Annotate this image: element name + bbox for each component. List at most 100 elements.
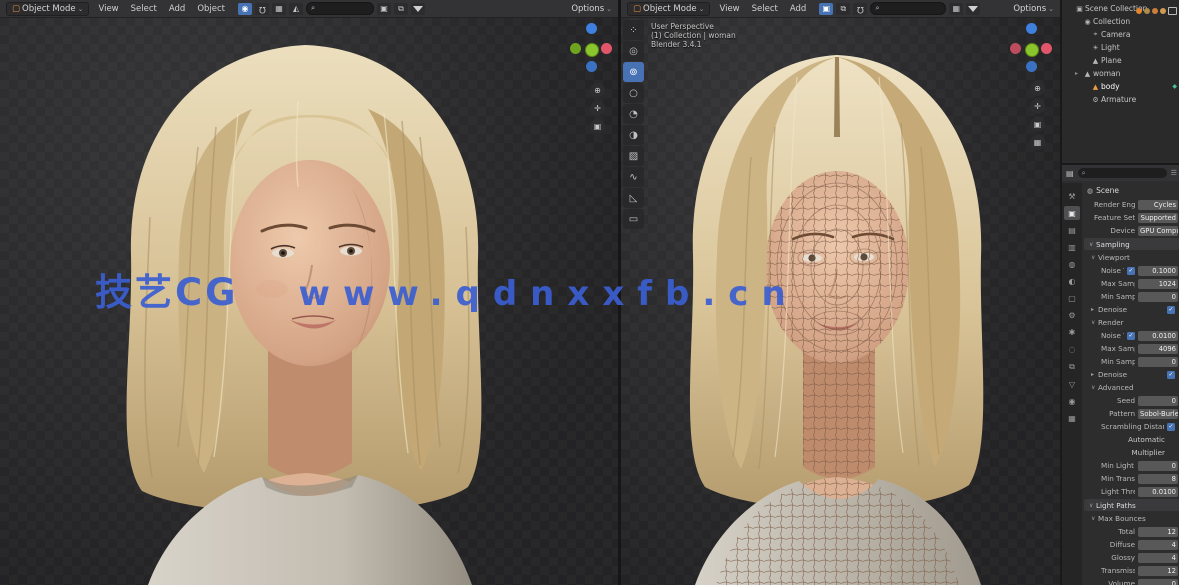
property-value[interactable]: 0: [1138, 292, 1178, 302]
property-row[interactable]: Volume ✓ 0: [1082, 577, 1179, 585]
tab-modifiers[interactable]: ⚙: [1064, 309, 1080, 323]
snap-toggle[interactable]: Ω: [853, 3, 867, 15]
tool-rotate[interactable]: ◑: [623, 125, 644, 145]
section-caret-icon[interactable]: ∨: [1091, 515, 1098, 522]
pan-hand-icon[interactable]: ✛: [1030, 99, 1045, 114]
tool-add-primitive[interactable]: ▭: [623, 209, 644, 229]
axis-y-icon[interactable]: [570, 43, 581, 54]
tab-scene[interactable]: ◍: [1064, 257, 1080, 271]
properties-search-input[interactable]: ⌕: [1078, 168, 1167, 178]
viewport-right-canvas[interactable]: ⁘ ◎ ⊚ ○ ◔: [621, 17, 1060, 585]
property-row[interactable]: Transmission ✓ 12: [1082, 564, 1179, 577]
viewport-left-canvas[interactable]: ⊕ ✛ ▣: [0, 17, 618, 585]
property-value[interactable]: 12: [1138, 527, 1178, 537]
property-row[interactable]: Noise Threshold ✓ 0.0100: [1082, 329, 1179, 342]
outliner-row[interactable]: ⚙ Armature: [1062, 93, 1179, 106]
tab-physics[interactable]: ◌: [1064, 343, 1080, 357]
menu-view[interactable]: View: [95, 3, 121, 15]
zoom-icon[interactable]: ⊕: [590, 83, 605, 98]
property-row[interactable]: Render Engine ✓ Cycles: [1082, 198, 1179, 211]
gizmos-toggle[interactable]: ▦: [949, 3, 963, 15]
property-value[interactable]: 0: [1138, 579, 1178, 585]
property-row[interactable]: Light Threshold ✓ 0.0100: [1082, 485, 1179, 498]
axis-x-icon[interactable]: [601, 43, 612, 54]
menu-add[interactable]: Add: [166, 3, 188, 15]
tool-measure[interactable]: ◺: [623, 188, 644, 208]
property-row[interactable]: Min Transparent Bounces ✓ 8: [1082, 472, 1179, 485]
tool-cursor[interactable]: ○: [623, 83, 644, 103]
material-icon[interactable]: [1152, 8, 1158, 14]
outliner-row[interactable]: ▲ body ◆: [1062, 80, 1179, 93]
property-row[interactable]: ∨ Light Paths ✓: [1084, 499, 1179, 511]
property-row[interactable]: Automatic ✓: [1082, 433, 1179, 446]
property-row[interactable]: Max Samples ✓ 4096: [1082, 342, 1179, 355]
property-value[interactable]: 4: [1138, 540, 1178, 550]
axis-z-neg-icon[interactable]: [586, 61, 597, 72]
tab-constraints[interactable]: ⧉: [1064, 360, 1080, 374]
property-row[interactable]: Noise Threshold ✓ 0.1000: [1082, 264, 1179, 277]
outliner-row[interactable]: ☀ Light: [1062, 41, 1179, 54]
options-dropdown[interactable]: Options ⌄: [571, 4, 612, 14]
filter-button[interactable]: [411, 3, 425, 15]
perspective-toggle-icon[interactable]: ▦: [1030, 135, 1045, 150]
camera-view-icon[interactable]: ▣: [590, 119, 605, 134]
section-caret-icon[interactable]: ∨: [1091, 254, 1098, 261]
property-value[interactable]: 0: [1138, 461, 1178, 471]
tool-transform[interactable]: ▨: [623, 146, 644, 166]
property-value[interactable]: 8: [1138, 474, 1178, 484]
property-value[interactable]: 0.1000: [1138, 266, 1178, 276]
property-row[interactable]: ▸ Denoise ✓: [1082, 303, 1179, 316]
section-caret-icon[interactable]: ∨: [1089, 502, 1096, 509]
proportional-editing-toggle[interactable]: ◉: [238, 3, 252, 15]
axis-y-icon[interactable]: [1025, 43, 1039, 57]
property-value[interactable]: 4096: [1138, 344, 1178, 354]
property-row[interactable]: ∨ Render ✓: [1082, 316, 1179, 329]
tab-particles[interactable]: ✱: [1064, 326, 1080, 340]
property-row[interactable]: ∨ Sampling ✓: [1084, 238, 1179, 250]
header-search-input[interactable]: ⌕: [306, 2, 374, 15]
property-row[interactable]: Min Light Bounces ✓ 0: [1082, 459, 1179, 472]
section-caret-icon[interactable]: ▸: [1091, 306, 1098, 313]
property-row[interactable]: Feature Set ✓ Supported: [1082, 211, 1179, 224]
property-value[interactable]: 0.0100: [1138, 331, 1178, 341]
property-row[interactable]: ∨ Advanced ✓: [1082, 381, 1179, 394]
property-value[interactable]: 0: [1138, 357, 1178, 367]
property-row[interactable]: Min Samples ✓ 0: [1082, 355, 1179, 368]
shading-material-toggle[interactable]: ⧉: [836, 3, 850, 15]
navigation-gizmo[interactable]: ⊕ ✛ ▣ ▦: [1008, 17, 1054, 127]
outliner-row[interactable]: ▸ ▲ woman: [1062, 67, 1179, 80]
outliner-row[interactable]: ⌖ Camera: [1062, 28, 1179, 41]
header-search-input[interactable]: ⌕: [870, 2, 946, 15]
axis-x-neg-icon[interactable]: [1010, 43, 1021, 54]
section-caret-icon[interactable]: ∨: [1091, 319, 1098, 326]
axis-z-neg-icon[interactable]: [1026, 61, 1037, 72]
tool-tweak[interactable]: ◎: [623, 41, 644, 61]
axis-z-icon[interactable]: [1026, 23, 1037, 34]
axis-z-icon[interactable]: [586, 23, 597, 34]
section-caret-icon[interactable]: ▸: [1091, 371, 1098, 378]
property-row[interactable]: Min Samples ✓ 0: [1082, 290, 1179, 303]
shading-solid-toggle[interactable]: ▣: [819, 3, 833, 15]
checkbox-icon[interactable]: ✓: [1127, 267, 1135, 275]
property-row[interactable]: ∨ Max Bounces ✓: [1082, 512, 1179, 525]
menu-select[interactable]: Select: [749, 3, 781, 15]
zoom-icon[interactable]: ⊕: [1030, 81, 1045, 96]
mesh-data-icon[interactable]: [1144, 8, 1150, 14]
pose-icon[interactable]: [1136, 8, 1142, 14]
property-value[interactable]: 1024: [1138, 279, 1178, 289]
property-row[interactable]: Diffuse ✓ 4: [1082, 538, 1179, 551]
property-row[interactable]: Pattern ✓ Sobol-Burley: [1082, 407, 1179, 420]
property-value[interactable]: GPU Compute: [1138, 226, 1178, 236]
filter-button[interactable]: [966, 3, 980, 15]
menu-view[interactable]: View: [716, 3, 742, 15]
checkbox-icon[interactable]: ✓: [1167, 306, 1175, 314]
section-caret-icon[interactable]: ∨: [1091, 384, 1098, 391]
tab-texture[interactable]: ▦: [1064, 411, 1080, 425]
property-value[interactable]: 4: [1138, 553, 1178, 563]
property-row[interactable]: ▸ Denoise ✓: [1082, 368, 1179, 381]
mode-dropdown[interactable]: ▢ Object Mode ⌄: [627, 2, 710, 16]
property-row[interactable]: Scrambling Distance ✓: [1082, 420, 1179, 433]
menu-object[interactable]: Object: [194, 3, 228, 15]
pan-hand-icon[interactable]: ✛: [590, 101, 605, 116]
property-row[interactable]: Glossy ✓ 4: [1082, 551, 1179, 564]
